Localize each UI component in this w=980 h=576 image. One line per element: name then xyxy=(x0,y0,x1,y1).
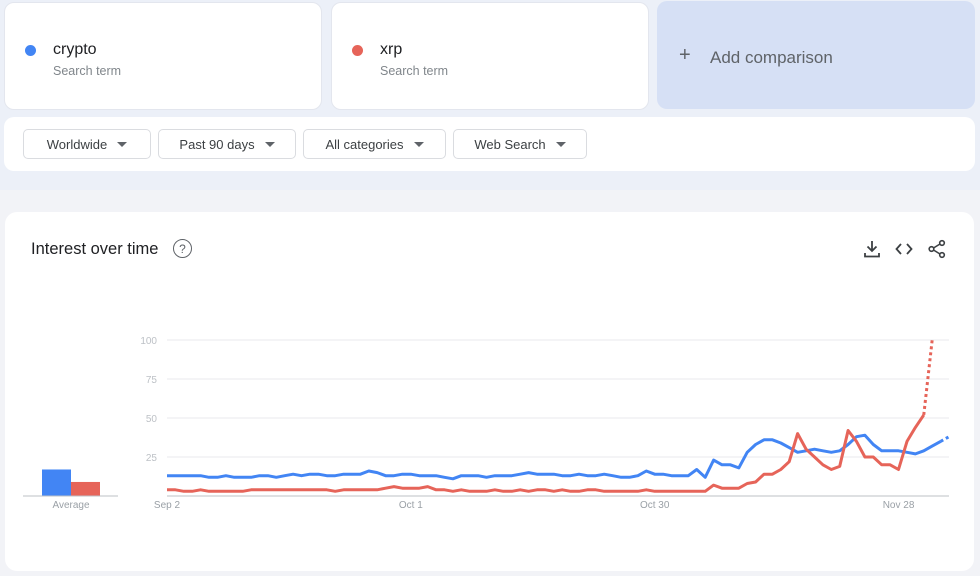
average-bar-xrp xyxy=(71,481,100,496)
filter-label: Worldwide xyxy=(46,136,108,152)
x-tick-label: Sep 2 xyxy=(154,500,181,511)
series-color-dot xyxy=(25,45,36,56)
term-name[interactable]: xrp xyxy=(380,41,402,59)
region-filter-dropdown[interactable]: Worldwide xyxy=(23,129,151,159)
y-tick-label: 50 xyxy=(146,414,158,425)
x-tick-label: Nov 28 xyxy=(883,500,915,511)
add-comparison-label: Add comparison xyxy=(710,48,833,67)
series-lines xyxy=(167,339,950,493)
category-filter-dropdown[interactable]: All categories xyxy=(303,129,446,159)
gridlines: 25 50 75 100 xyxy=(140,336,949,497)
x-tick-label: Oct 30 xyxy=(640,500,670,511)
series-color-dot xyxy=(352,45,363,56)
caret-down-icon xyxy=(264,141,275,147)
caret-down-icon xyxy=(117,141,128,147)
x-tick-label: Oct 1 xyxy=(399,500,423,511)
filter-label: Past 90 days xyxy=(179,136,255,152)
filter-label: Web Search xyxy=(474,136,546,152)
term-card-crypto[interactable]: crypto Search term xyxy=(4,2,322,110)
series-line-xrp xyxy=(167,414,926,493)
interest-over-time-card: Interest over time ? Average 25 50 75 100 S… xyxy=(5,212,974,571)
search-type-filter-dropdown[interactable]: Web Search xyxy=(453,129,587,159)
add-comparison-button[interactable]: + Add comparison xyxy=(657,1,975,109)
filter-label: All categories xyxy=(325,136,404,152)
caret-down-icon xyxy=(413,141,424,147)
time-range-filter-dropdown[interactable]: Past 90 days xyxy=(158,129,296,159)
series-partial-crypto xyxy=(939,435,950,443)
filter-bar: Worldwide Past 90 days All categories We… xyxy=(4,117,975,171)
plus-icon: + xyxy=(679,44,691,66)
average-label: Average xyxy=(52,500,90,511)
caret-down-icon xyxy=(555,141,566,147)
average-bar-crypto xyxy=(42,469,71,496)
term-type: Search term xyxy=(380,64,449,78)
y-tick-label: 25 xyxy=(146,453,158,464)
term-name[interactable]: crypto xyxy=(53,41,97,59)
average-bars: Average xyxy=(23,469,118,511)
term-type: Search term xyxy=(53,64,122,78)
y-tick-label: 75 xyxy=(146,375,158,386)
series-partial-xrp xyxy=(922,339,934,416)
term-card-xrp[interactable]: xrp Search term xyxy=(331,2,649,110)
y-tick-label: 100 xyxy=(140,336,157,347)
x-axis-ticks: Sep 2 Oct 1 Oct 30 Nov 28 xyxy=(154,500,915,511)
interest-chart: Average 25 50 75 100 Sep 2 Oct 1 Oct 30 Nov 28 xyxy=(23,336,950,511)
